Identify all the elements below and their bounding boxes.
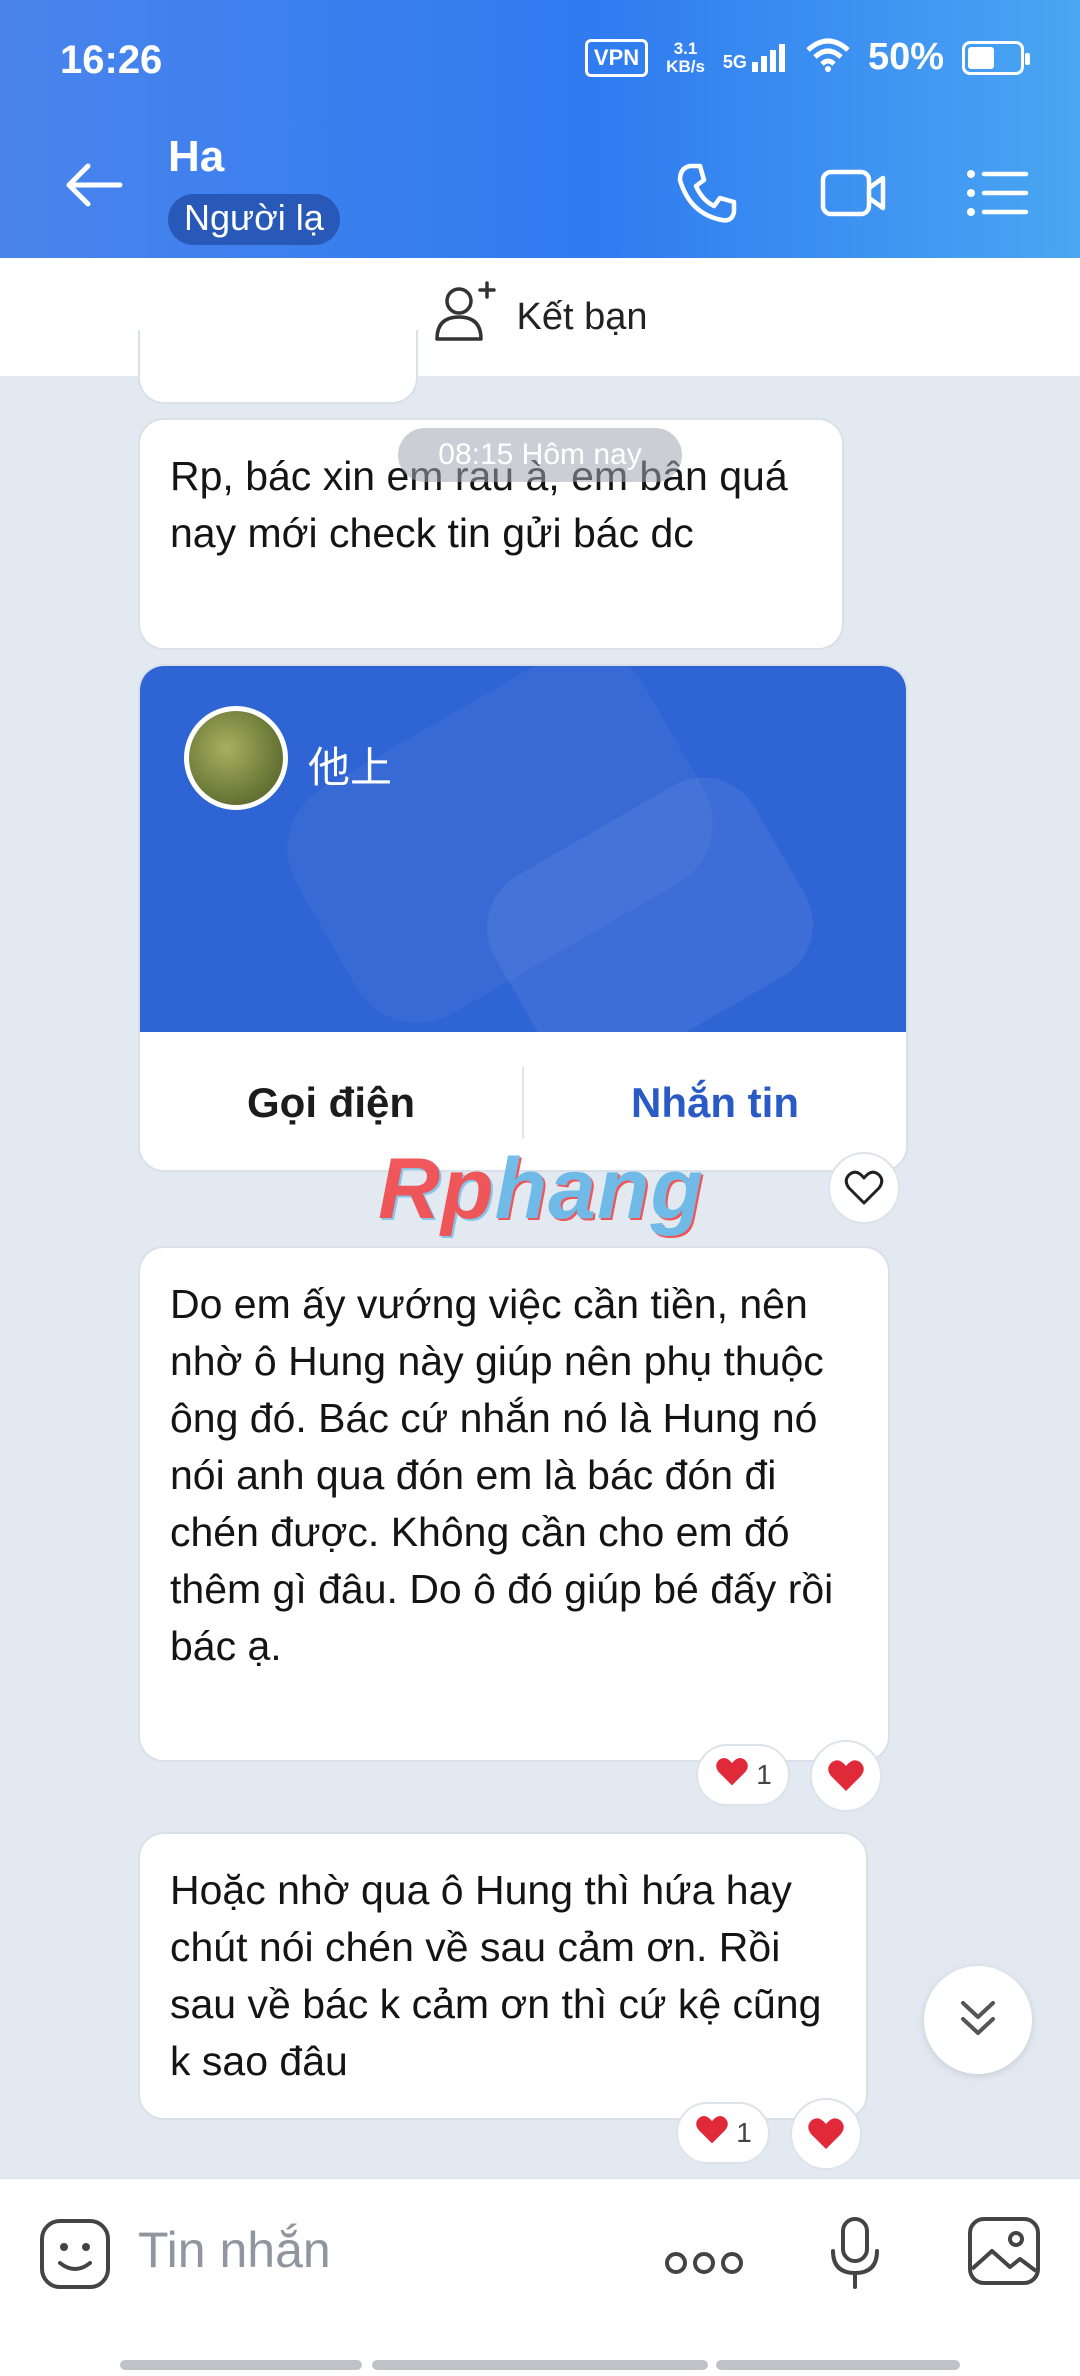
watermark-logo: Rphang [378, 1141, 705, 1237]
back-arrow-icon[interactable] [60, 150, 130, 220]
phone-call-icon[interactable] [672, 158, 742, 228]
message-text: Hoặc nhờ qua ô Hung thì hứa hay chút nói… [170, 1867, 822, 2084]
nav-bar-segment [716, 2360, 960, 2370]
time-divider: 08:15 Hôm nay [398, 428, 682, 482]
reaction-summary[interactable]: 1 [696, 1744, 790, 1806]
stranger-badge: Người lạ [168, 194, 340, 245]
chat-header: 16:26 VPN 3.1 KB/s 5G 50% Ha Người lạ [0, 0, 1080, 258]
network-speed: 3.1 KB/s [666, 38, 705, 76]
contact-card-header: 他上 [140, 666, 906, 1032]
network-type: 5G [722, 52, 747, 72]
message-input[interactable]: Tin nhắn [138, 2221, 331, 2279]
signal-icon: 5G [723, 42, 788, 73]
add-friend-label: Kết bạn [516, 295, 648, 338]
contact-card[interactable]: 他上 Gọi điện Nhắn tin [138, 664, 908, 1172]
vpn-badge: VPN [584, 38, 649, 77]
nav-bar-segment [120, 2360, 362, 2370]
wifi-icon [806, 38, 850, 77]
heart-reaction-button[interactable] [828, 1152, 900, 1224]
video-call-icon[interactable] [818, 158, 888, 228]
status-icons: VPN 3.1 KB/s 5G 50% [584, 36, 1030, 79]
reaction-count: 1 [736, 2117, 752, 2148]
message-bubble[interactable]: Do em ấy vướng việc cần tiền, nên nhờ ô … [138, 1246, 890, 1762]
message-bubble[interactable]: Hoặc nhờ qua ô Hung thì hứa hay chút nói… [138, 1832, 868, 2120]
image-gallery-icon[interactable] [966, 2215, 1042, 2292]
scroll-to-bottom-button[interactable] [924, 1966, 1032, 2074]
emoji-sticker-icon[interactable] [38, 2217, 112, 2296]
reaction-summary[interactable]: 1 [676, 2102, 770, 2164]
contact-name[interactable]: Ha [168, 132, 224, 182]
battery-percent: 50% [867, 36, 944, 78]
battery-icon [962, 40, 1030, 75]
message-text: Do em ấy vướng việc cần tiền, nên nhờ ô … [170, 1281, 834, 1669]
call-button[interactable]: Gọi điện [140, 1079, 522, 1127]
reaction-count: 1 [756, 1759, 772, 1790]
previous-message-bubble [138, 330, 418, 404]
message-button[interactable]: Nhắn tin [524, 1079, 906, 1127]
heart-reaction-button[interactable] [810, 1740, 882, 1812]
menu-list-icon[interactable] [962, 158, 1032, 228]
status-time: 16:26 [60, 38, 163, 82]
heart-icon [694, 2114, 730, 2153]
double-chevron-down-icon [955, 1995, 1001, 2046]
speed-unit: KB/s [666, 56, 705, 76]
add-friend-icon [433, 279, 499, 355]
more-options-icon[interactable] [664, 2249, 744, 2282]
heart-reaction-button[interactable] [790, 2098, 862, 2170]
nav-bar-segment [372, 2360, 708, 2370]
heart-icon [714, 1756, 750, 1795]
microphone-icon[interactable] [828, 2215, 882, 2296]
message-composer: Tin nhắn [0, 2178, 1080, 2376]
contact-card-avatar [184, 706, 288, 810]
contact-card-name: 他上 [308, 744, 393, 791]
speed-value: 3.1 [673, 38, 698, 58]
